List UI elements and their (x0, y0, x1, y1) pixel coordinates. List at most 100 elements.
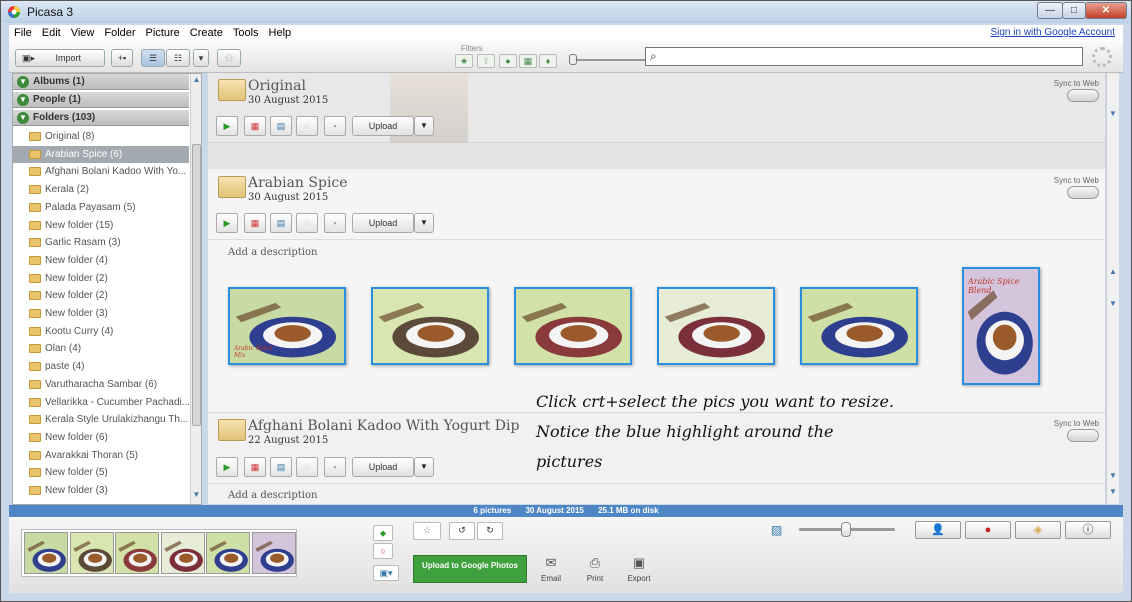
play-slideshow-icon[interactable]: ▶ (216, 457, 238, 477)
tray-thumbnail[interactable] (115, 532, 159, 574)
people-filter-icon[interactable]: ● (499, 54, 517, 68)
folder-item[interactable]: New folder (15) (13, 217, 189, 234)
export-button[interactable]: ▣ Export (621, 555, 657, 583)
star-icon[interactable]: ☆ (296, 213, 318, 233)
hold-pin-icon[interactable]: ⬥ (373, 525, 393, 541)
movie-icon[interactable]: ▤ (270, 116, 292, 136)
list-view-icon[interactable]: ☰ (141, 49, 165, 67)
upload-dropdown-chevron-icon[interactable]: ▼ (414, 213, 434, 233)
scroll-up-icon[interactable]: ▲ (1107, 267, 1119, 276)
menu-view[interactable]: View (66, 25, 100, 41)
folder-item[interactable]: Afghani Bolani Kadoo With Yo... (13, 163, 189, 180)
tray-thumbnail[interactable] (251, 532, 296, 574)
tray-thumbnail[interactable] (69, 532, 114, 574)
upload-google-photos-button[interactable]: Upload to Google Photos (413, 555, 527, 583)
tray-thumbnail[interactable] (160, 532, 205, 574)
add-person-icon[interactable]: ⚇ (217, 49, 241, 67)
folder-item[interactable]: Kerala (2) (13, 181, 189, 198)
album-title[interactable]: Original (248, 78, 306, 94)
print-button[interactable]: ⎙ Print (577, 555, 613, 583)
folder-item[interactable]: paste (4) (13, 358, 189, 375)
description-field[interactable]: Add a description (228, 247, 317, 258)
search-input[interactable]: ⌕ (645, 47, 1083, 66)
sync-toggle[interactable] (1067, 89, 1099, 102)
add-to-album-icon[interactable]: +▪ (111, 49, 133, 67)
slider-knob[interactable] (841, 522, 851, 537)
video-filter-icon[interactable]: ▦ (519, 54, 537, 68)
save-icon[interactable]: ▪ (324, 116, 346, 136)
scroll-up-icon[interactable]: ▲ (191, 75, 201, 84)
menu-picture[interactable]: Picture (141, 25, 185, 41)
scroll-down-icon[interactable]: ▼ (1107, 487, 1119, 496)
minimize-button[interactable]: — (1037, 2, 1063, 19)
folder-item[interactable]: Kootu Curry (4) (13, 323, 189, 340)
tray-thumbnail[interactable] (206, 532, 250, 574)
photo-thumbnail[interactable] (657, 287, 775, 365)
folder-item[interactable]: Avarakkai Thoran (5) (13, 447, 189, 464)
maximize-button[interactable]: □ (1062, 2, 1086, 19)
tray-thumbnail[interactable] (24, 532, 68, 574)
tags-panel-icon[interactable]: ◈ (1015, 521, 1061, 539)
upload-button[interactable]: Upload (352, 457, 414, 477)
photo-tray[interactable] (21, 529, 297, 577)
photo-thumbnail[interactable]: Arabic Spice Mix (228, 287, 346, 365)
folder-item[interactable]: Original (8) (13, 128, 189, 145)
starred-filter-icon[interactable]: ★ (455, 54, 473, 68)
description-field[interactable]: Add a description (228, 490, 317, 501)
sidebar-scrollbar[interactable]: ▲ ▼ (190, 74, 201, 504)
sync-toggle[interactable] (1067, 429, 1099, 442)
photo-thumbnail[interactable] (371, 287, 489, 365)
folder-item[interactable]: New folder (6) (13, 429, 189, 446)
menu-tools[interactable]: Tools (228, 25, 264, 41)
geotag-filter-icon[interactable]: ♦ (539, 54, 557, 68)
view-options-chevron-icon[interactable]: ▾ (193, 49, 209, 67)
upload-button[interactable]: Upload (352, 213, 414, 233)
email-button[interactable]: ✉ Email (533, 555, 569, 583)
collage-icon[interactable]: ▦ (244, 457, 266, 477)
folder-item[interactable]: Olan (4) (13, 340, 189, 357)
scroll-thumb[interactable] (192, 144, 201, 426)
folders-section[interactable]: ▼ Folders (103) (13, 110, 189, 126)
menu-file[interactable]: File (9, 25, 37, 41)
play-slideshow-icon[interactable]: ▶ (216, 116, 238, 136)
menu-edit[interactable]: Edit (37, 25, 66, 41)
movie-icon[interactable]: ▤ (270, 213, 292, 233)
play-slideshow-icon[interactable]: ▶ (216, 213, 238, 233)
folder-item[interactable]: Palada Payasam (5) (13, 199, 189, 216)
rotate-left-icon[interactable]: ↺ (449, 522, 475, 540)
slider-knob[interactable] (569, 54, 577, 65)
folder-item[interactable]: Varutharacha Sambar (6) (13, 376, 189, 393)
people-panel-icon[interactable]: 👤 (915, 521, 961, 539)
folder-item[interactable]: Vellarikka - Cucumber Pachadi... (13, 394, 189, 411)
folder-item[interactable]: New folder (2) (13, 287, 189, 304)
folder-item[interactable]: Garlic Rasam (3) (13, 234, 189, 251)
upload-dropdown-chevron-icon[interactable]: ▼ (414, 457, 434, 477)
library-scrollbar[interactable]: ▼ ▲ ▼ ▼ ▼ (1106, 73, 1119, 504)
uploaded-filter-icon[interactable]: ⇧ (477, 54, 495, 68)
people-section[interactable]: ▼ People (1) (13, 92, 189, 108)
photo-thumbnail[interactable]: Arabic Spice Blend (962, 267, 1040, 385)
sign-in-link[interactable]: Sign in with Google Account (990, 27, 1115, 38)
rotate-right-icon[interactable]: ↻ (477, 522, 503, 540)
folder-item[interactable]: New folder (2) (13, 270, 189, 287)
star-icon[interactable]: ☆ (296, 457, 318, 477)
folder-item[interactable]: New folder (3) (13, 482, 189, 499)
sync-toggle[interactable] (1067, 186, 1099, 199)
folder-item[interactable]: Arabian Spice (6) (13, 145, 189, 163)
album-title[interactable]: Arabian Spice (248, 175, 348, 191)
places-panel-icon[interactable]: ● (965, 521, 1011, 539)
folder-item[interactable]: New folder (4) (13, 252, 189, 269)
star-icon[interactable]: ☆ (413, 522, 441, 540)
albums-section[interactable]: ▼ Albums (1) (13, 74, 189, 90)
tree-view-icon[interactable]: ☷ (166, 49, 190, 67)
folder-item[interactable]: Kerala Style Urulakizhangu Th... (13, 411, 189, 428)
close-button[interactable]: ✕ (1085, 2, 1127, 19)
photo-thumbnail[interactable] (800, 287, 918, 365)
collage-icon[interactable]: ▦ (244, 213, 266, 233)
photo-thumbnail[interactable] (514, 287, 632, 365)
star-icon[interactable]: ☆ (296, 116, 318, 136)
thumbnail-size-slider[interactable] (799, 522, 895, 537)
collage-icon[interactable]: ▦ (244, 116, 266, 136)
movie-icon[interactable]: ▤ (270, 457, 292, 477)
date-filter-slider[interactable] (569, 54, 647, 65)
